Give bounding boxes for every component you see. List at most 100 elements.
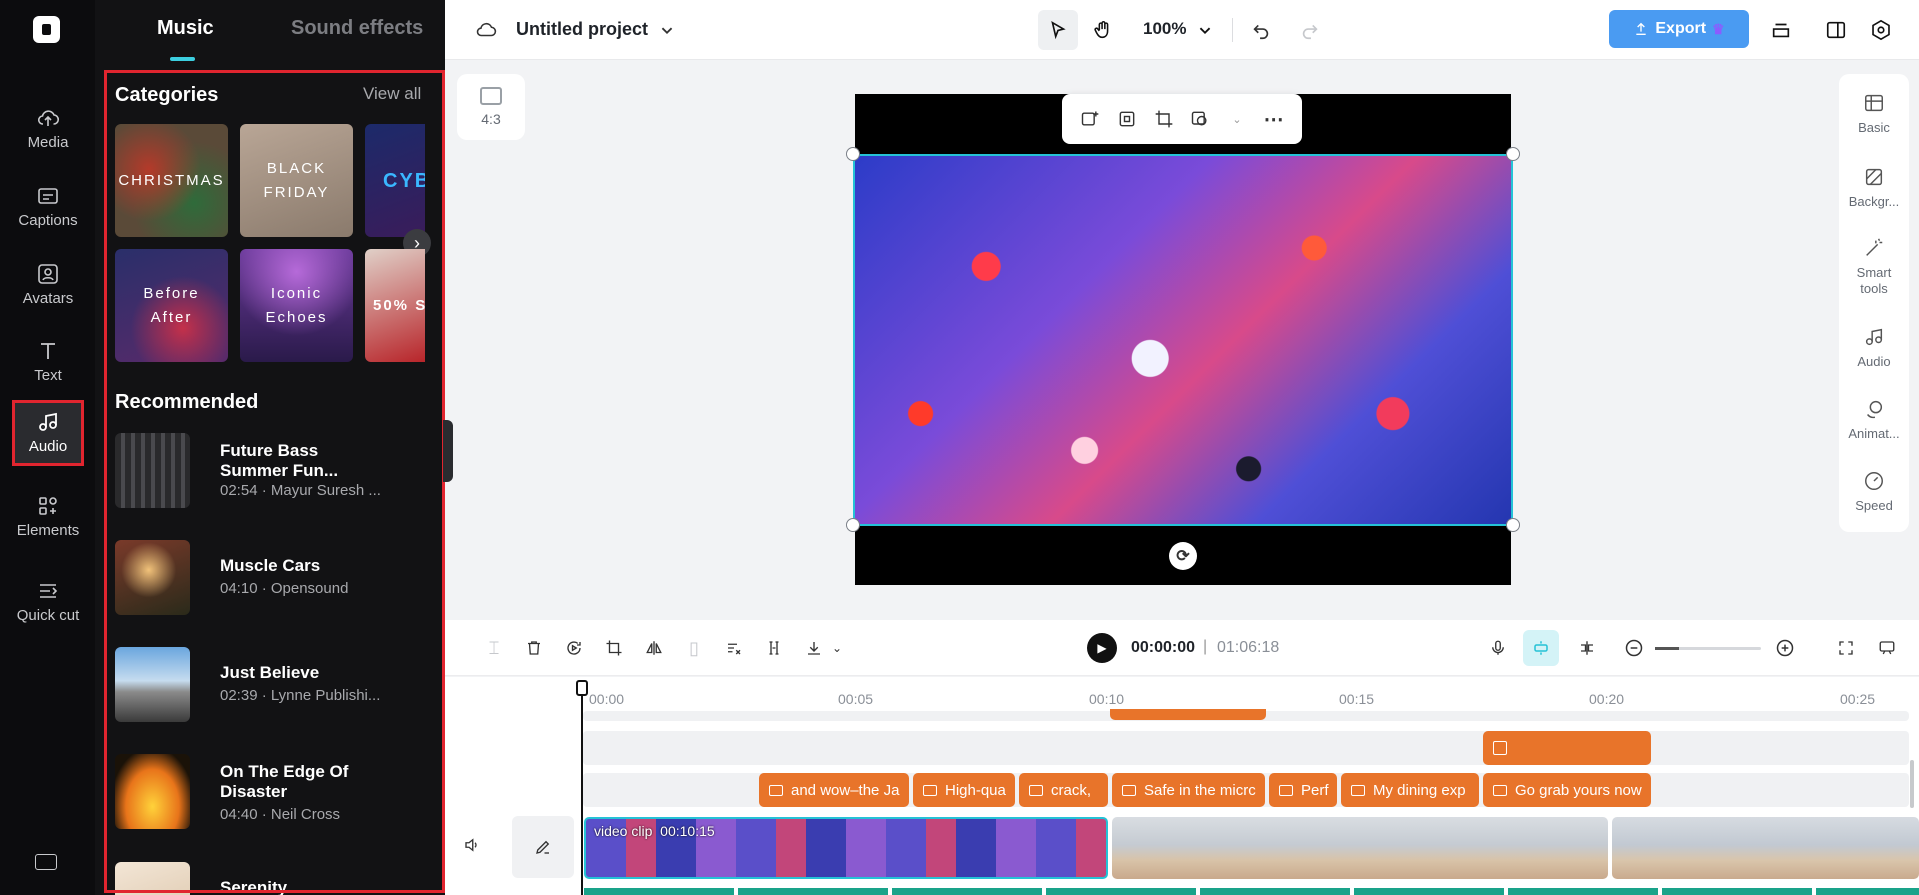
resize-handle[interactable] bbox=[1506, 518, 1520, 532]
caption-clip[interactable]: Safe in the micrc bbox=[1112, 773, 1265, 807]
timeline-zoom-slider[interactable] bbox=[1655, 647, 1761, 650]
export-button[interactable]: Export ♛ bbox=[1609, 10, 1749, 48]
caption-clip[interactable]: Perf bbox=[1269, 773, 1337, 807]
category-christmas[interactable]: CHRISTMAS bbox=[115, 124, 228, 237]
keyboard-shortcuts-icon[interactable] bbox=[35, 854, 57, 870]
playhead[interactable] bbox=[581, 682, 583, 895]
view-all-link[interactable]: View all bbox=[363, 84, 421, 104]
mask-icon[interactable] bbox=[1189, 108, 1211, 130]
settings-icon[interactable] bbox=[1865, 14, 1897, 46]
category-iconic-echoes[interactable]: Iconic Echoes bbox=[240, 249, 353, 362]
caption-clip[interactable]: My dining exp bbox=[1341, 773, 1479, 807]
microphone-icon[interactable] bbox=[1486, 636, 1510, 660]
chevron-down-icon[interactable]: ⌄ bbox=[825, 636, 849, 660]
project-title[interactable]: Untitled project bbox=[516, 19, 648, 40]
rp-item-background[interactable]: Backgr... bbox=[1839, 166, 1909, 210]
ruler-label: 00:15 bbox=[1339, 691, 1375, 707]
auto-snap-icon[interactable] bbox=[1523, 630, 1559, 666]
rp-item-animation[interactable]: Animat... bbox=[1839, 398, 1909, 442]
caption-clip[interactable]: High-qua bbox=[913, 773, 1015, 807]
crop-icon[interactable] bbox=[1153, 108, 1175, 130]
video-clip[interactable] bbox=[1112, 817, 1608, 879]
download-icon[interactable] bbox=[802, 636, 826, 660]
speaker-icon[interactable] bbox=[463, 836, 481, 859]
edit-cover-button[interactable] bbox=[512, 816, 574, 878]
text-clip[interactable] bbox=[1483, 731, 1651, 765]
split-screen-icon[interactable] bbox=[1575, 636, 1599, 660]
video-clip[interactable] bbox=[1612, 817, 1919, 879]
freeze-icon[interactable]: ▯ bbox=[682, 636, 706, 660]
flip-icon[interactable] bbox=[642, 636, 666, 660]
rail-item-text[interactable]: Text bbox=[12, 329, 84, 395]
zoom-in-icon[interactable] bbox=[1773, 636, 1797, 660]
aspect-ratio-button[interactable]: 4:3 bbox=[457, 74, 525, 140]
caption-clip[interactable]: crack, bbox=[1019, 773, 1108, 807]
audio-track-strip[interactable] bbox=[584, 888, 1919, 895]
play-button[interactable]: ▶ bbox=[1087, 633, 1117, 663]
rail-item-elements[interactable]: Elements bbox=[12, 484, 84, 550]
fullscreen-icon[interactable] bbox=[1834, 636, 1858, 660]
collapse-panel-handle[interactable] bbox=[443, 420, 453, 482]
list-item[interactable]: On The Edge Of Disaster 04:40 · Neil Cro… bbox=[115, 754, 425, 830]
category-black-friday[interactable]: BLACK FRIDAY bbox=[240, 124, 353, 237]
replay-icon[interactable] bbox=[562, 636, 586, 660]
audio-panel: Music Sound effects Categories View all … bbox=[95, 0, 445, 895]
timeline-scrollbar[interactable] bbox=[1910, 760, 1914, 808]
caption-clip[interactable]: and wow–the Ja bbox=[759, 773, 909, 807]
resize-handle[interactable] bbox=[1506, 147, 1520, 161]
video-preview[interactable] bbox=[853, 154, 1513, 526]
rp-item-basic[interactable]: Basic bbox=[1839, 92, 1909, 136]
cloud-sync-icon[interactable] bbox=[470, 14, 502, 46]
rail-item-avatars[interactable]: Avatars bbox=[12, 252, 84, 318]
rail-item-media[interactable]: Media bbox=[12, 96, 84, 162]
split-icon[interactable]: ⌶ bbox=[482, 636, 506, 660]
tab-sound-effects[interactable]: Sound effects bbox=[291, 17, 423, 40]
select-tool-icon[interactable] bbox=[1038, 10, 1078, 50]
smart-crop-icon[interactable] bbox=[1116, 108, 1138, 130]
playhead-handle[interactable] bbox=[576, 680, 588, 696]
undo-icon[interactable] bbox=[1245, 14, 1277, 46]
top-bar: Untitled project 100% Export ♛ bbox=[445, 0, 1919, 60]
category-sale[interactable]: 50% SALE bbox=[365, 249, 425, 362]
delete-icon[interactable] bbox=[522, 636, 546, 660]
rp-item-audio[interactable]: Audio bbox=[1839, 326, 1909, 370]
rail-item-captions[interactable]: Captions bbox=[12, 174, 84, 240]
layout-icon[interactable] bbox=[1820, 14, 1852, 46]
feedback-icon[interactable] bbox=[1875, 636, 1899, 660]
pencil-icon bbox=[536, 840, 550, 854]
chevron-down-icon[interactable]: ⌄ bbox=[1226, 108, 1248, 130]
list-item[interactable]: Future Bass Summer Fun... 02:54 · Mayur … bbox=[115, 433, 425, 509]
caption-clip[interactable]: Go grab yours now bbox=[1483, 773, 1651, 807]
list-item[interactable]: Muscle Cars 04:10 · Opensound bbox=[115, 540, 425, 616]
replace-image-icon[interactable] bbox=[1079, 108, 1101, 130]
rp-item-smart-tools[interactable]: Smart tools bbox=[1839, 237, 1909, 297]
zoom-out-icon[interactable] bbox=[1622, 636, 1646, 660]
category-before-after[interactable]: Before After bbox=[115, 249, 228, 362]
chevron-down-icon[interactable] bbox=[651, 14, 683, 46]
app-logo[interactable] bbox=[33, 16, 60, 43]
layers-icon[interactable] bbox=[1765, 14, 1797, 46]
crop-icon[interactable] bbox=[602, 636, 626, 660]
remove-captions-icon[interactable] bbox=[722, 636, 746, 660]
list-item[interactable]: Serenity bbox=[115, 862, 425, 895]
track-title: Muscle Cars bbox=[220, 556, 321, 575]
more-icon[interactable]: ⋯ bbox=[1263, 108, 1285, 131]
rail-item-quick-cut[interactable]: Quick cut bbox=[12, 562, 84, 642]
category-cyber-monday[interactable]: CYBER MON bbox=[365, 124, 425, 237]
resize-handle[interactable] bbox=[846, 518, 860, 532]
tab-music[interactable]: Music bbox=[157, 17, 214, 40]
video-clip[interactable]: video clip 00:10:15 bbox=[584, 817, 1108, 879]
rail-item-audio[interactable]: Audio bbox=[12, 400, 84, 466]
rotate-icon[interactable]: ⟳ bbox=[1169, 542, 1197, 570]
timeline-clip[interactable] bbox=[1110, 709, 1266, 720]
ruler-label: 00:00 bbox=[589, 691, 625, 707]
zoom-level[interactable]: 100% bbox=[1143, 19, 1186, 39]
resize-handle[interactable] bbox=[846, 147, 860, 161]
chevron-down-icon[interactable] bbox=[1189, 14, 1221, 46]
list-item[interactable]: Just Believe 02:39 · Lynne Publishi... bbox=[115, 647, 425, 723]
rp-item-speed[interactable]: Speed bbox=[1839, 470, 1909, 514]
trim-icon[interactable] bbox=[762, 636, 786, 660]
speed-icon bbox=[1865, 472, 1883, 490]
redo-icon[interactable] bbox=[1294, 14, 1326, 46]
hand-tool-icon[interactable] bbox=[1087, 14, 1119, 46]
